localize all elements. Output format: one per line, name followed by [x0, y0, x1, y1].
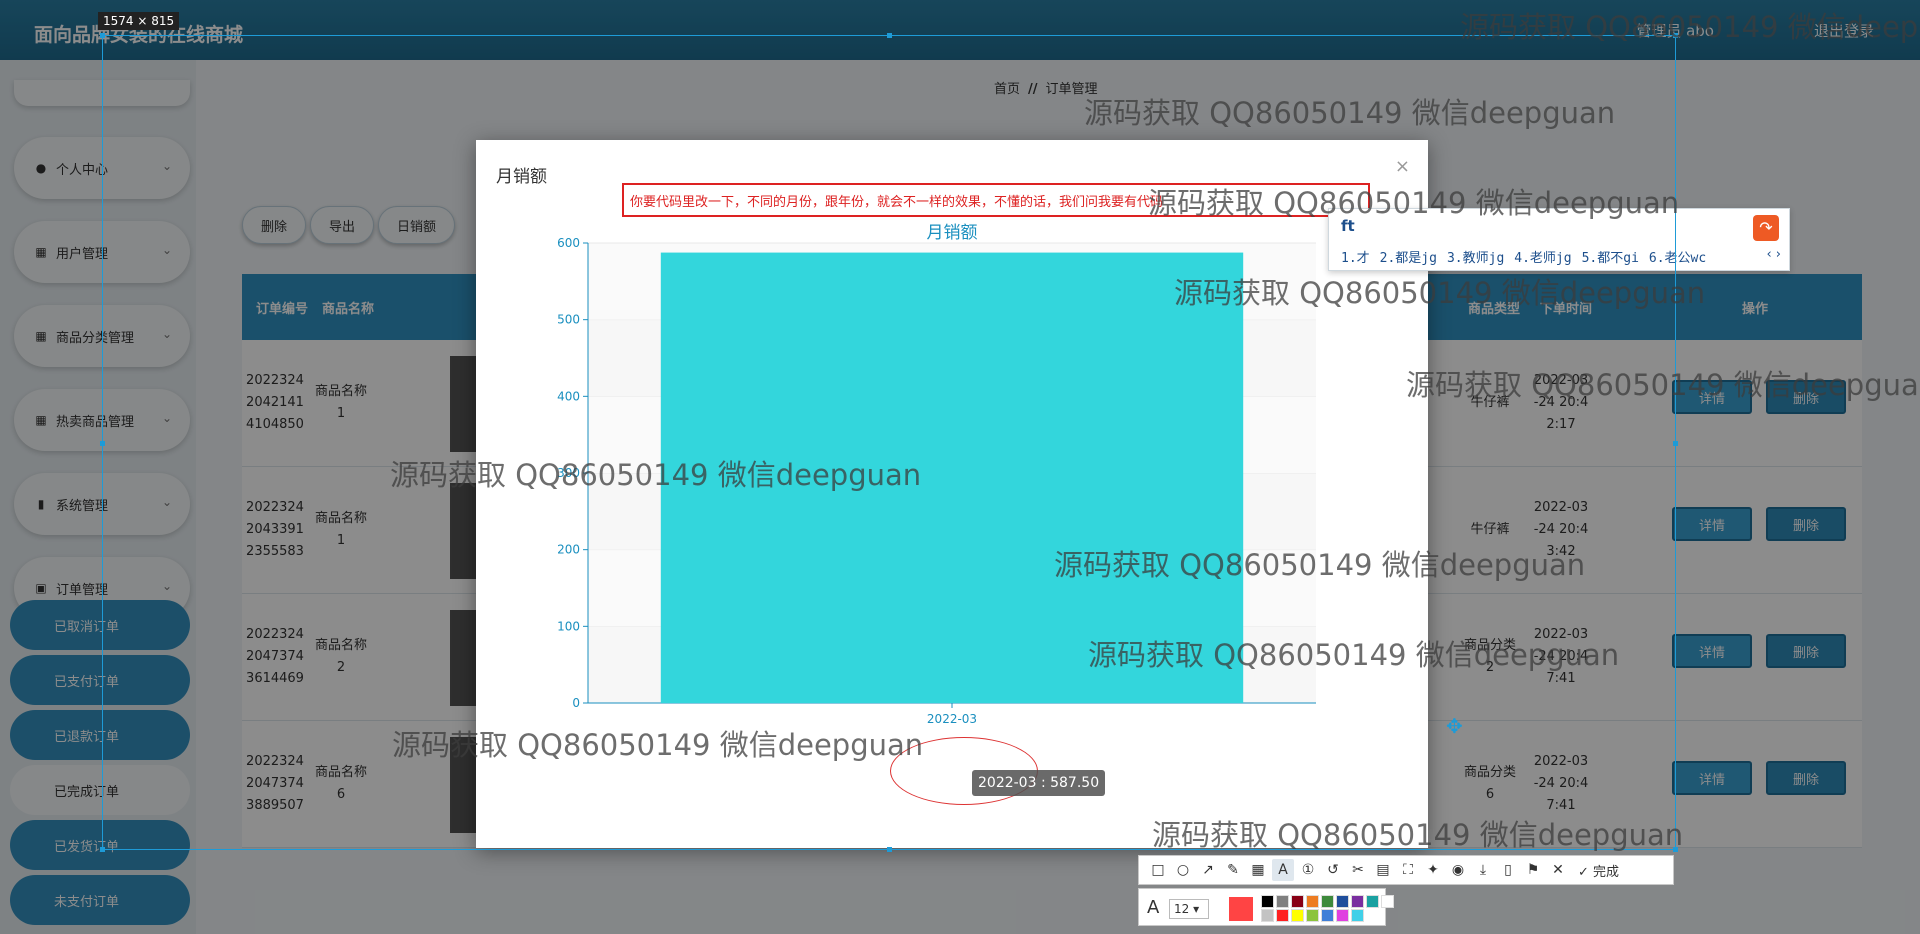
- rectangle-tool-icon[interactable]: □: [1147, 859, 1169, 881]
- cancel-icon[interactable]: ✕: [1547, 859, 1569, 881]
- resize-handle[interactable]: [1673, 847, 1678, 852]
- mosaic-tool-icon[interactable]: ▦: [1247, 859, 1269, 881]
- done-button[interactable]: ✓ 完成: [1578, 861, 1619, 880]
- undo-icon[interactable]: ↺: [1322, 859, 1344, 881]
- bookmark-icon[interactable]: ⚑: [1522, 859, 1544, 881]
- color-swatch[interactable]: [1261, 895, 1274, 908]
- number-tool-icon[interactable]: ①: [1297, 859, 1319, 881]
- ime-prev-icon[interactable]: ‹: [1766, 247, 1771, 262]
- font-size-value: 12: [1174, 902, 1190, 916]
- resize-handle[interactable]: [100, 441, 105, 446]
- screenshot-selection[interactable]: [100, 33, 1678, 852]
- resize-handle[interactable]: [100, 847, 105, 852]
- move-cursor-icon: ✥: [1446, 714, 1463, 738]
- color-palette: [1261, 895, 1395, 922]
- screenshot-style-panel: A 12 ▾: [1138, 888, 1394, 926]
- screenshot-toolbar: □ ○ ↗ ✎ ▦ A ① ↺ ✂ ▤ ⛶ ✦ ◉ ⤓ ▯ ⚑ ✕ ✓ 完成: [1138, 855, 1674, 885]
- color-swatch[interactable]: [1336, 895, 1349, 908]
- resize-handle[interactable]: [887, 847, 892, 852]
- resize-handle[interactable]: [887, 33, 892, 38]
- ime-page-arrows: ‹ ›: [1766, 247, 1781, 262]
- color-swatch[interactable]: [1321, 909, 1334, 922]
- record-icon[interactable]: ◉: [1447, 859, 1469, 881]
- ocr-icon[interactable]: ▤: [1372, 859, 1394, 881]
- selection-size-label: 1574 × 815: [98, 12, 180, 30]
- font-size-icon: A: [1147, 897, 1160, 918]
- color-swatch[interactable]: [1291, 895, 1304, 908]
- download-icon[interactable]: ⤓: [1472, 859, 1494, 881]
- scissors-icon[interactable]: ✂: [1347, 859, 1369, 881]
- resize-handle[interactable]: [1673, 441, 1678, 446]
- ellipse-tool-icon[interactable]: ○: [1172, 859, 1194, 881]
- color-swatch[interactable]: [1261, 909, 1274, 922]
- color-swatch[interactable]: [1306, 895, 1319, 908]
- color-swatch[interactable]: [1276, 909, 1289, 922]
- color-swatch[interactable]: [1321, 895, 1334, 908]
- ime-logo-icon: ↷: [1753, 215, 1779, 241]
- color-swatch[interactable]: [1381, 895, 1394, 908]
- color-swatch[interactable]: [1276, 895, 1289, 908]
- pin-icon[interactable]: ✦: [1422, 859, 1444, 881]
- color-swatch[interactable]: [1291, 909, 1304, 922]
- font-size-select[interactable]: 12 ▾: [1169, 899, 1209, 919]
- phone-icon[interactable]: ▯: [1497, 859, 1519, 881]
- color-swatch[interactable]: [1351, 909, 1364, 922]
- resize-handle[interactable]: [1673, 33, 1678, 38]
- current-color-swatch[interactable]: [1229, 897, 1253, 921]
- color-swatch[interactable]: [1366, 895, 1379, 908]
- pen-tool-icon[interactable]: ✎: [1222, 859, 1244, 881]
- ime-next-icon[interactable]: ›: [1776, 247, 1781, 262]
- done-label: 完成: [1593, 864, 1620, 880]
- text-tool-icon[interactable]: A: [1272, 859, 1294, 881]
- resize-handle[interactable]: [100, 33, 105, 38]
- fullscreen-icon[interactable]: ⛶: [1397, 859, 1419, 881]
- color-swatch[interactable]: [1351, 895, 1364, 908]
- check-icon: ✓: [1578, 864, 1589, 880]
- arrow-tool-icon[interactable]: ↗: [1197, 859, 1219, 881]
- color-swatch[interactable]: [1336, 909, 1349, 922]
- color-swatch[interactable]: [1306, 909, 1319, 922]
